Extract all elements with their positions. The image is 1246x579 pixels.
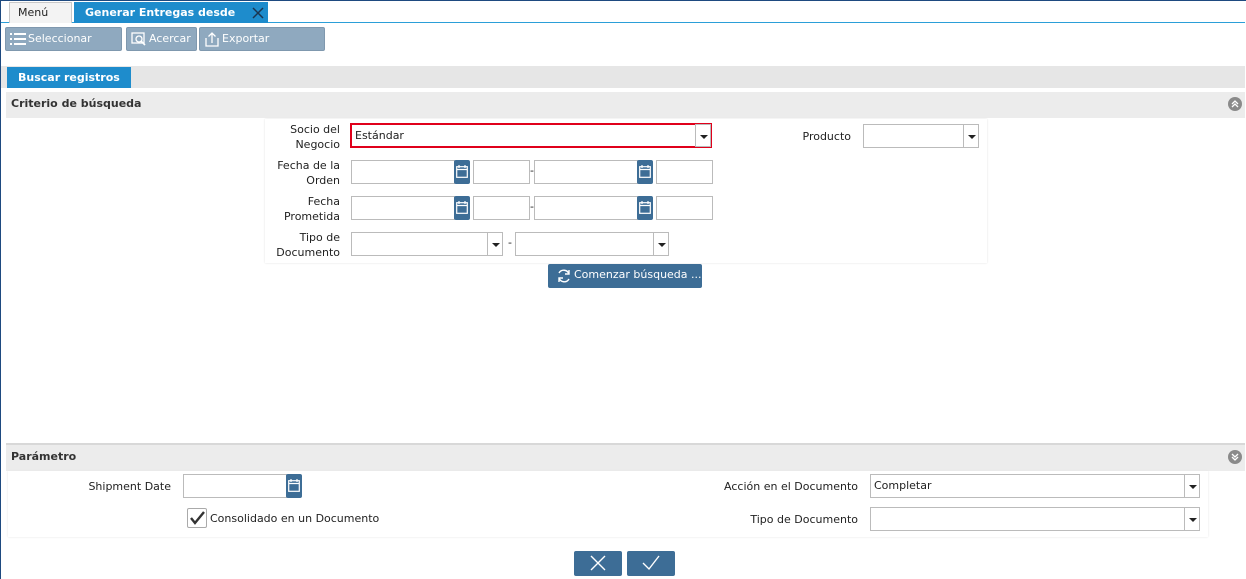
zoom-label: Acercar: [149, 32, 191, 45]
promised-date-from-time-field[interactable]: [473, 196, 530, 220]
tab-generate-shipments[interactable]: Generar Entregas desde Line...: [74, 2, 268, 39]
doc-action-label: Acción en el Documento: [724, 480, 858, 493]
chevron-down-icon[interactable]: [487, 232, 503, 256]
cancel-button[interactable]: [574, 551, 622, 576]
range-separator: -: [508, 236, 512, 249]
chevron-down-icon[interactable]: [963, 124, 979, 148]
select-all-button[interactable]: Seleccionar todo: [5, 27, 122, 67]
start-search-label: Comenzar búsqueda ...: [574, 268, 702, 281]
doc-type-to-field[interactable]: [515, 232, 669, 256]
doc-type-label: Tipo de Documento: [276, 231, 340, 259]
promised-date-to-field[interactable]: [534, 196, 638, 220]
product-label: Producto: [802, 130, 852, 143]
calendar-icon[interactable]: [286, 474, 302, 498]
calendar-icon[interactable]: [637, 160, 653, 184]
shipment-date-label: Shipment Date: [88, 480, 171, 493]
parameters-title: Parámetro: [11, 450, 77, 463]
consolidate-label: Consolidado en un Documento: [210, 512, 380, 525]
export-icon: [205, 32, 219, 47]
calendar-icon[interactable]: [637, 196, 653, 220]
doc-action-field[interactable]: Completar: [870, 474, 1200, 498]
param-doc-type-label: Tipo de Documento: [750, 513, 858, 526]
order-date-to-time-field[interactable]: [656, 160, 713, 184]
criteria-group-header[interactable]: Criterio de búsqueda: [6, 92, 1245, 118]
doc-action-value: Completar: [874, 479, 932, 492]
collapse-icon[interactable]: [1228, 450, 1242, 464]
tab-find-records[interactable]: Buscar registros: [7, 67, 131, 88]
parameters-group-header[interactable]: Parámetro: [6, 445, 1245, 471]
subtab-bar: Buscar registros: [1, 66, 1245, 88]
ok-button[interactable]: [627, 551, 675, 576]
shipment-date-field[interactable]: [183, 474, 287, 498]
promised-date-to-time-field[interactable]: [656, 196, 713, 220]
check-icon: [642, 555, 660, 571]
tab-find-records-label: Buscar registros: [18, 71, 120, 84]
chevron-down-icon[interactable]: [1184, 507, 1200, 531]
list-icon: [10, 33, 26, 45]
consolidate-checkbox[interactable]: [187, 508, 207, 528]
param-doc-type-field[interactable]: [870, 507, 1200, 531]
chevron-down-icon[interactable]: [1184, 474, 1200, 498]
business-partner-label: Socio del Negocio: [290, 123, 340, 151]
product-field[interactable]: [863, 124, 979, 148]
export-records-button[interactable]: Exportar registros: [199, 27, 325, 67]
start-search-button[interactable]: Comenzar búsqueda ...: [548, 264, 702, 288]
tab-bar: Menú (0) Generar Entregas desde Line...: [1, 2, 1245, 39]
checkmark-icon: [190, 511, 205, 525]
doc-type-from-field[interactable]: [351, 232, 503, 256]
business-partner-value: Estándar: [355, 129, 404, 142]
export-records-label: Exportar registros: [222, 32, 270, 67]
collapse-icon[interactable]: [1228, 97, 1242, 111]
order-date-label: Fecha de la Orden: [277, 159, 340, 187]
promised-date-label: Fecha Prometida: [283, 195, 340, 223]
chevron-down-icon[interactable]: [695, 124, 711, 147]
calendar-icon[interactable]: [454, 196, 470, 220]
chevron-down-icon[interactable]: [653, 232, 669, 256]
order-date-to-field[interactable]: [534, 160, 638, 184]
order-date-from-time-field[interactable]: [473, 160, 530, 184]
close-icon[interactable]: [251, 6, 265, 20]
business-partner-field[interactable]: Estándar: [350, 123, 712, 148]
zoom-icon: [131, 32, 146, 46]
tab-menu[interactable]: Menú (0): [9, 2, 72, 39]
select-all-label: Seleccionar todo: [28, 32, 92, 67]
criteria-title: Criterio de búsqueda: [11, 97, 142, 110]
calendar-icon[interactable]: [454, 160, 470, 184]
toolbar: Seleccionar todo Acercar Exportar regist…: [1, 24, 1245, 67]
zoom-button[interactable]: Acercar: [126, 27, 197, 51]
promised-date-from-field[interactable]: [351, 196, 455, 220]
order-date-from-field[interactable]: [351, 160, 455, 184]
close-icon: [590, 555, 606, 571]
refresh-icon: [558, 269, 570, 283]
